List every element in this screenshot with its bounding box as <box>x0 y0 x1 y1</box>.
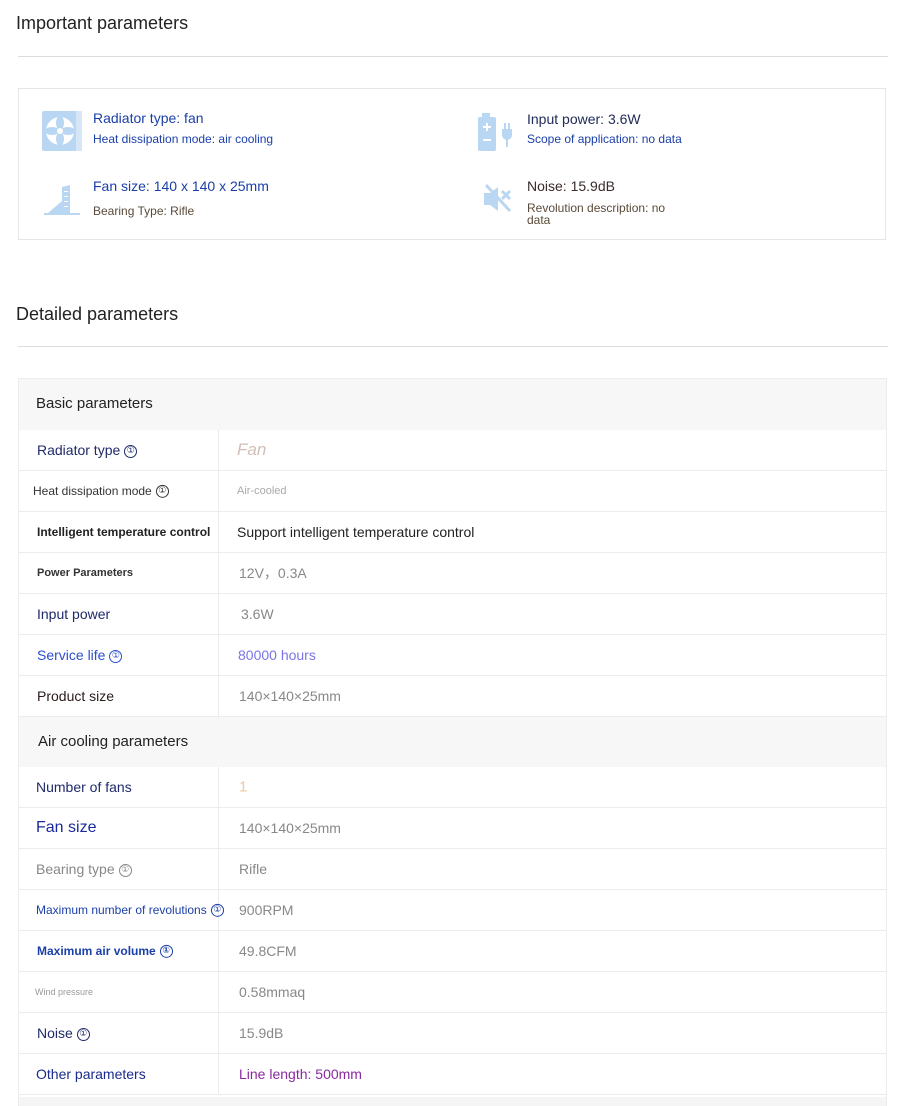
row-value: 140×140×25mm <box>239 688 341 704</box>
row-value: Support intelligent temperature control <box>237 524 475 540</box>
table-row: Number of fans 1 <box>19 767 886 808</box>
table-row: Wind pressure 0.58mmaq <box>19 972 886 1013</box>
detailed-parameters-title: Detailed parameters <box>16 304 179 324</box>
table-row: Other parameters Line length: 500mm <box>19 1054 886 1095</box>
fan-size-icon <box>42 181 86 225</box>
table-footer-band <box>19 1097 886 1106</box>
table-row: Heat dissipation mode ① Air-cooled <box>19 471 886 512</box>
important-parameters-title: Important parameters <box>16 13 189 33</box>
table-row: Fan size 140×140×25mm <box>19 808 886 849</box>
row-value: 80000 hours <box>238 647 316 663</box>
table-row: Maximum number of revolutions ① 900RPM <box>19 890 886 931</box>
revolution-description-text-cont: data <box>527 213 551 227</box>
row-value: 3.6W <box>241 606 274 622</box>
noise-text: Noise: 15.9dB <box>527 178 615 194</box>
row-value: Rifle <box>239 861 268 877</box>
row-value: 15.9dB <box>239 1025 284 1041</box>
row-key: Bearing type ① <box>36 861 132 877</box>
table-row: Intelligent temperature control Support … <box>19 512 886 553</box>
row-key: Intelligent temperature control <box>37 525 211 539</box>
row-key: Noise ① <box>37 1025 90 1041</box>
table-row: Input power 3.6W <box>19 594 886 635</box>
table-row: Power Parameters 12V，0.3A <box>19 553 886 594</box>
radiator-fan-icon <box>40 109 84 153</box>
row-value: 0.58mmaq <box>239 984 306 1000</box>
row-key: Product size <box>37 688 115 704</box>
table-row: Service life ① 80000 hours <box>19 635 886 676</box>
input-power-text: Input power: 3.6W <box>527 111 641 127</box>
row-key: Number of fans <box>36 779 132 795</box>
group-header-basic: Basic parameters <box>19 379 886 430</box>
table-row: Bearing type ① Rifle <box>19 849 886 890</box>
row-value: Air-cooled <box>237 485 287 497</box>
group-header-air-cooling: Air cooling parameters <box>19 717 886 767</box>
info-icon[interactable]: ① <box>118 863 132 877</box>
divider <box>18 56 888 57</box>
table-row: Product size 140×140×25mm <box>19 676 886 717</box>
row-key: Maximum number of revolutions ① <box>36 903 224 918</box>
info-icon[interactable]: ① <box>159 945 173 959</box>
radiator-type-text: Radiator type: fan <box>93 110 204 126</box>
row-key: Service life ① <box>37 647 123 663</box>
row-key: Wind pressure <box>35 987 94 997</box>
bearing-type-text: Bearing Type: Rifle <box>93 204 195 218</box>
row-key: Power Parameters <box>37 567 133 579</box>
row-key: Fan size <box>36 819 97 836</box>
row-value: Fan <box>237 440 267 459</box>
divider <box>18 346 888 347</box>
heat-dissipation-text: Heat dissipation mode: air cooling <box>93 132 274 146</box>
table-row: Maximum air volume ① 49.8CFM <box>19 931 886 972</box>
important-parameters-panel: Radiator type: fan Heat dissipation mode… <box>18 88 886 240</box>
group-title: Air cooling parameters <box>38 733 189 750</box>
info-icon[interactable]: ① <box>124 444 138 458</box>
group-title: Basic parameters <box>36 395 153 412</box>
row-value: 1 <box>239 778 248 796</box>
table-row: Radiator type ① Fan <box>19 430 886 471</box>
fan-size-text: Fan size: 140 x 140 x 25mm <box>93 178 269 194</box>
row-key: Other parameters <box>36 1066 146 1082</box>
row-key: Radiator type ① <box>37 442 138 458</box>
row-key: Maximum air volume ① <box>37 944 173 959</box>
row-value: 140×140×25mm <box>239 820 341 836</box>
row-value: 12V，0.3A <box>239 565 307 581</box>
row-value: 49.8CFM <box>239 943 297 959</box>
input-power-icon <box>476 111 520 155</box>
row-key: Heat dissipation mode ① <box>33 484 169 499</box>
parameters-table: Basic parameters Radiator type ① Fan Heat… <box>18 378 887 1106</box>
info-icon[interactable]: ① <box>109 649 123 663</box>
info-icon[interactable]: ① <box>210 904 224 918</box>
table-row: Noise ① 15.9dB <box>19 1013 886 1054</box>
row-value: Line length: 500mm <box>239 1066 362 1082</box>
noise-icon <box>480 181 524 225</box>
scope-of-application-text: Scope of application: no data <box>527 132 682 146</box>
row-key: Input power <box>37 606 111 622</box>
info-icon[interactable]: ① <box>155 485 169 499</box>
info-icon[interactable]: ① <box>76 1027 90 1041</box>
row-value: 900RPM <box>239 902 294 918</box>
